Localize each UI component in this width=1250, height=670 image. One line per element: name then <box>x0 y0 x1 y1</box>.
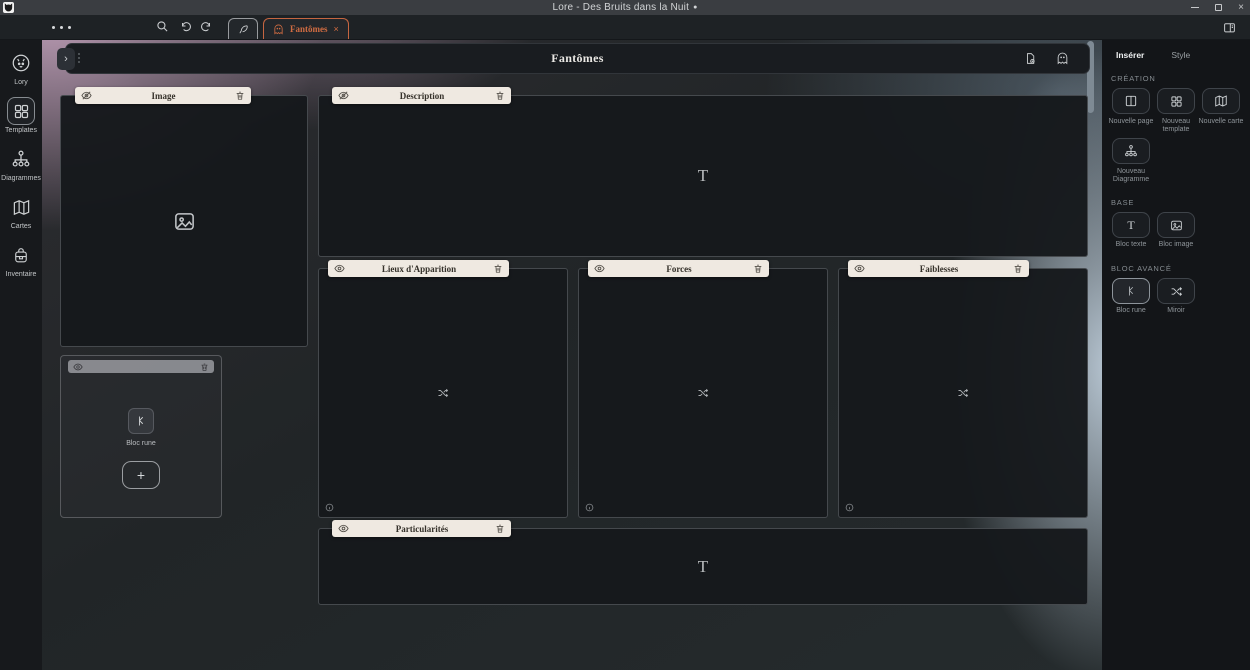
close-button[interactable]: × <box>1238 3 1244 13</box>
block-particularites[interactable]: Particularités T <box>318 528 1088 605</box>
mirror-block-button[interactable] <box>1157 278 1195 304</box>
left-sidebar: Lory Templates Diagrammes Cartes <box>0 40 42 670</box>
section-base-label: BASE <box>1111 198 1134 207</box>
tab-bar: Fantômes × <box>228 18 349 39</box>
window-title: Lore - Des Bruits dans la Nuit● <box>0 2 1250 13</box>
page-title: Fantômes <box>66 44 1089 73</box>
redo-icon[interactable] <box>200 21 212 33</box>
new-diagram-button[interactable] <box>1112 138 1150 164</box>
panel-tab-inserer[interactable]: Insérer <box>1116 50 1144 60</box>
image-block-label: Bloc image <box>1153 241 1199 249</box>
block-image[interactable]: Image <box>60 95 308 347</box>
text-block-button[interactable]: T <box>1112 212 1150 238</box>
new-template-button[interactable] <box>1157 88 1195 114</box>
mirror-shuffle-icon <box>697 387 709 399</box>
duplicate-page-icon[interactable] <box>1024 52 1037 65</box>
tab-fantomes[interactable]: Fantômes × <box>263 18 349 39</box>
maximize-button[interactable] <box>1215 4 1222 11</box>
new-map-label: Nouvelle carte <box>1198 118 1244 126</box>
block-description[interactable]: Description T <box>318 95 1088 257</box>
minimize-button[interactable] <box>1191 7 1199 8</box>
titlebar: Lore - Des Bruits dans la Nuit● × <box>0 0 1250 15</box>
split-view-icon[interactable] <box>1223 21 1236 34</box>
rune-block-button[interactable] <box>1112 278 1150 304</box>
template-canvas[interactable]: › Fantômes Image <box>42 40 1102 670</box>
unsaved-indicator: ● <box>693 4 697 11</box>
tab-label: Fantômes <box>290 24 328 34</box>
image-block-button[interactable] <box>1157 212 1195 238</box>
sidebar-item-diagrammes[interactable]: Diagrammes <box>1 145 41 182</box>
info-icon[interactable] <box>845 503 854 512</box>
eye-icon[interactable] <box>73 362 83 372</box>
mirror-block-label: Miroir <box>1153 307 1199 315</box>
sidebar-label: Templates <box>5 127 37 134</box>
trash-icon[interactable] <box>200 362 209 372</box>
sidebar-item-templates[interactable]: Templates <box>5 97 37 134</box>
template-grid-icon <box>1170 95 1183 108</box>
overflow-menu-button[interactable] <box>52 26 71 29</box>
undo-icon[interactable] <box>180 21 192 33</box>
block-header-chip <box>68 360 214 373</box>
sidebar-item-inventaire[interactable]: Inventaire <box>6 241 37 278</box>
info-icon[interactable] <box>585 503 594 512</box>
image-placeholder-icon <box>173 210 196 233</box>
block-forces[interactable]: Forces <box>578 268 828 518</box>
sidebar-item-lory[interactable]: Lory <box>7 49 35 86</box>
sidebar-label: Diagrammes <box>1 175 41 182</box>
tab-scratchpad[interactable] <box>228 18 258 39</box>
rune-icon <box>128 408 154 434</box>
panel-tab-style[interactable]: Style <box>1171 50 1190 60</box>
page-header: › Fantômes <box>65 43 1090 74</box>
section-advanced-label: BLOC AVANCÉ <box>1111 264 1172 273</box>
search-icon[interactable] <box>156 20 169 33</box>
section-creation-label: CRÉATION <box>1111 74 1156 83</box>
sidebar-label: Inventaire <box>6 271 37 278</box>
new-diagram-label: Nouveau Diagramme <box>1108 168 1154 184</box>
diagram-tree-icon <box>1124 144 1138 158</box>
app-window: Lore - Des Bruits dans la Nuit● × <box>0 0 1250 670</box>
new-map-button[interactable] <box>1202 88 1240 114</box>
backpack-icon <box>7 241 35 269</box>
quill-icon <box>238 24 249 35</box>
map-icon <box>7 193 35 221</box>
map-icon <box>1214 94 1228 108</box>
sidebar-item-cartes[interactable]: Cartes <box>7 193 35 230</box>
block-faiblesses[interactable]: Faiblesses <box>838 268 1088 518</box>
diagram-tree-icon <box>7 145 35 173</box>
add-rune-button[interactable]: + <box>122 461 160 489</box>
ghost-template-icon[interactable] <box>1056 52 1069 65</box>
image-icon <box>1170 219 1183 232</box>
text-block-glyph: T <box>698 166 708 186</box>
new-page-label: Nouvelle page <box>1108 118 1154 126</box>
block-rune-preview[interactable]: Bloc rune + <box>60 355 222 518</box>
text-block-label: Bloc texte <box>1108 241 1154 249</box>
mirror-shuffle-icon <box>437 387 449 399</box>
right-panel: Insérer Style CRÉATION Nouvelle page Nou… <box>1102 40 1250 670</box>
mirror-shuffle-icon <box>957 387 969 399</box>
ghost-icon <box>273 24 284 35</box>
new-page-button[interactable] <box>1112 88 1150 114</box>
toolbar: Fantômes × <box>0 15 1250 40</box>
templates-grid-icon <box>7 97 35 125</box>
lory-cat-icon <box>7 49 35 77</box>
mirror-shuffle-icon <box>1170 285 1183 298</box>
text-icon: T <box>1127 218 1134 233</box>
sidebar-label: Cartes <box>11 223 32 230</box>
tab-close-icon[interactable]: × <box>334 25 339 34</box>
new-template-label: Nouveau template <box>1153 118 1199 134</box>
sidebar-label: Lory <box>14 79 28 86</box>
book-icon <box>1124 94 1138 108</box>
rune-icon <box>1125 285 1137 297</box>
block-lieux-apparition[interactable]: Lieux d'Apparition <box>318 268 568 518</box>
rune-preview-label: Bloc rune <box>126 440 156 447</box>
text-block-glyph: T <box>698 557 708 577</box>
info-icon[interactable] <box>325 503 334 512</box>
rune-block-label: Bloc rune <box>1108 307 1154 315</box>
